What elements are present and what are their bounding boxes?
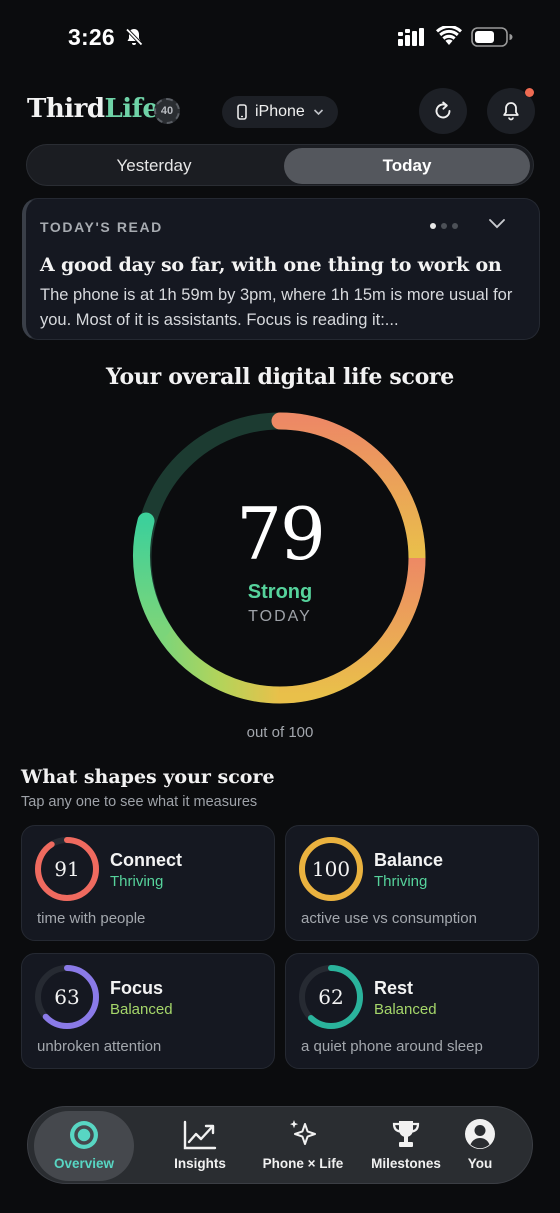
tab-label: Milestones (371, 1156, 441, 1171)
card-label: TODAY'S READ (40, 219, 163, 235)
trophy-icon (392, 1121, 420, 1147)
logo-third: Third (27, 94, 105, 124)
metric-value: 91 (54, 857, 80, 881)
shapes-subtitle: Tap any one to see what it measures (21, 794, 258, 810)
score-status: Strong (247, 581, 313, 603)
sparkles-icon (290, 1120, 316, 1145)
card-body: The phone is at 1h 59m by 3pm, where 1h … (40, 286, 513, 329)
tab-label: You (467, 1156, 493, 1171)
metric-description: unbroken attention (37, 1038, 162, 1055)
status-bar: 3:26 (0, 0, 560, 76)
metric-status: Balanced (374, 1001, 437, 1018)
metric-card-connect[interactable]: 91 Connect Thriving time with people (21, 825, 275, 941)
bell-icon (503, 102, 519, 121)
metric-status: Thriving (374, 873, 428, 890)
notifications-button[interactable] (487, 88, 535, 134)
score-period: TODAY (248, 608, 312, 625)
metric-status: Thriving (110, 873, 164, 890)
card-title: A good day so far, with one thing to wor… (40, 254, 502, 276)
level-badge[interactable]: 40 (154, 98, 180, 124)
phone-icon (237, 104, 247, 120)
cellular-signal-icon (398, 28, 426, 51)
bottom-tab-bar: Overview Insights Phone × Life Milestone… (27, 1106, 533, 1184)
battery-icon (471, 27, 513, 52)
refresh-button[interactable] (419, 88, 467, 134)
page-dot (452, 223, 458, 229)
tab-insights[interactable]: Insights (148, 1111, 252, 1181)
app-header: ThirdLife 40 iPhone (0, 88, 560, 134)
score-title: Your overall digital life score (106, 364, 454, 390)
refresh-icon (435, 101, 451, 119)
overview-icon (70, 1121, 98, 1149)
todays-read-card[interactable]: TODAY'S READ A good day so far, with one… (22, 198, 540, 340)
metric-description: time with people (37, 910, 146, 927)
app-logo: ThirdLife (27, 94, 159, 124)
metric-card-rest[interactable]: 62 Rest Balanced a quiet phone around sl… (285, 953, 539, 1069)
score-arc-right (279, 557, 426, 704)
tab-phone-life[interactable]: Phone × Life (250, 1111, 356, 1181)
tab-label: Phone × Life (262, 1156, 344, 1171)
tab-yesterday[interactable]: Yesterday (31, 148, 277, 184)
chart-trend-icon (183, 1120, 217, 1150)
tab-today[interactable]: Today (284, 148, 530, 184)
shapes-title: What shapes your score (21, 766, 275, 788)
device-label: iPhone (255, 103, 305, 120)
score-value: 79 (236, 492, 326, 576)
tab-you[interactable]: You (446, 1111, 514, 1181)
score-arc-bottom (154, 623, 281, 704)
day-toggle: Yesterday Today (26, 144, 534, 186)
wifi-icon (436, 24, 462, 51)
metric-description: a quiet phone around sleep (301, 1038, 483, 1055)
expand-chevron-icon[interactable] (488, 217, 506, 229)
tab-label: Overview (53, 1156, 115, 1171)
tab-overview[interactable]: Overview (34, 1111, 134, 1181)
metric-name: Connect (110, 850, 182, 870)
tab-label: Insights (174, 1156, 226, 1171)
profile-icon (465, 1119, 495, 1149)
status-time: 3:26 (68, 24, 115, 50)
chevron-down-icon (313, 109, 323, 116)
metric-value: 63 (54, 985, 80, 1009)
page-dot (430, 223, 436, 229)
notification-dot (525, 88, 534, 97)
metric-status: Balanced (110, 1001, 173, 1018)
metric-description: active use vs consumption (301, 910, 477, 927)
device-selector[interactable]: iPhone (222, 96, 338, 128)
metric-name: Rest (374, 978, 414, 998)
metric-card-balance[interactable]: 100 Balance Thriving active use vs consu… (285, 825, 539, 941)
metric-name: Balance (374, 850, 444, 870)
logo-life: Life (104, 94, 159, 124)
page-indicator (430, 223, 458, 229)
metric-card-focus[interactable]: 63 Focus Balanced unbroken attention (21, 953, 275, 1069)
metric-value: 100 (311, 857, 351, 881)
page-dot (441, 223, 447, 229)
metric-name: Focus (110, 978, 164, 998)
silent-mode-icon (124, 27, 144, 52)
metric-value: 62 (318, 985, 344, 1009)
score-out-of: out of 100 (246, 724, 314, 741)
